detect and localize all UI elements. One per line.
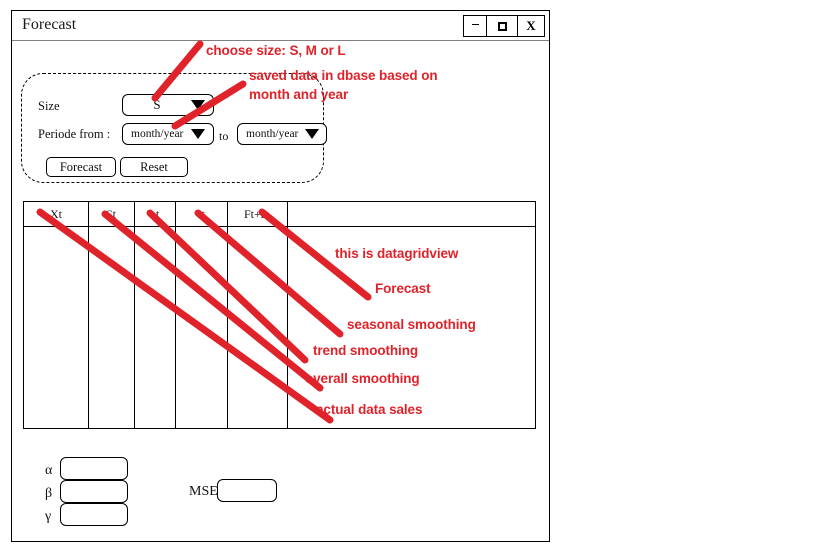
size-dropdown[interactable]: S bbox=[122, 94, 214, 116]
close-button[interactable]: X bbox=[518, 15, 545, 37]
annotation-seasonal: seasonal smoothing bbox=[347, 317, 476, 332]
screenshot-root: Forecast X Size S Periode from : month/y… bbox=[0, 0, 835, 550]
minimize-icon bbox=[471, 24, 479, 25]
grid-column-header-bt[interactable]: bt bbox=[134, 202, 175, 227]
period-to-dropdown[interactable]: month/year bbox=[237, 123, 327, 145]
annotation-trend: trend smoothing bbox=[313, 343, 418, 358]
forecast-button[interactable]: Forecast bbox=[46, 157, 116, 177]
reset-button[interactable]: Reset bbox=[120, 157, 188, 177]
size-dropdown-value: S bbox=[153, 97, 161, 112]
grid-column-separator bbox=[175, 202, 176, 428]
annotation-datagridview: this is datagridview bbox=[335, 246, 459, 261]
period-to-label: to bbox=[219, 129, 229, 143]
annotation-forecast: Forecast bbox=[375, 281, 431, 296]
alpha-input[interactable] bbox=[60, 457, 128, 480]
grid-column-separator bbox=[134, 202, 135, 428]
annotation-actual: actual data sales bbox=[316, 402, 423, 417]
grid-column-header-blank[interactable] bbox=[287, 202, 535, 227]
grid-column-separator bbox=[287, 202, 288, 428]
beta-input[interactable] bbox=[60, 480, 128, 503]
grid-column-header-st[interactable]: St bbox=[88, 202, 134, 227]
data-grid-view[interactable]: Xt St bt It Ft+m bbox=[23, 201, 536, 429]
period-from-value: month/year bbox=[131, 128, 184, 140]
grid-column-separator bbox=[227, 202, 228, 428]
annotation-choose-size: choose size: S, M or L bbox=[206, 43, 346, 58]
annotation-dbase-line1: saved data in dbase based on bbox=[249, 68, 438, 83]
maximize-icon bbox=[497, 21, 507, 31]
grid-column-header-xt[interactable]: Xt bbox=[24, 202, 88, 227]
annotation-overall: overall smoothing bbox=[305, 371, 420, 386]
grid-column-separator bbox=[88, 202, 89, 428]
chevron-down-icon bbox=[191, 129, 205, 139]
mse-input[interactable] bbox=[217, 479, 277, 502]
window-titlebar: Forecast X bbox=[12, 11, 549, 41]
chevron-down-icon bbox=[305, 129, 319, 139]
gamma-label: γ bbox=[45, 509, 52, 524]
gamma-input[interactable] bbox=[60, 503, 128, 526]
size-label: Size bbox=[38, 99, 60, 113]
periode-label: Periode from : bbox=[38, 127, 111, 141]
window-title: Forecast bbox=[22, 16, 77, 33]
maximize-button[interactable] bbox=[487, 15, 518, 37]
grid-column-header-ftm[interactable]: Ft+m bbox=[227, 202, 287, 227]
alpha-label: α bbox=[45, 463, 53, 478]
minimize-button[interactable] bbox=[463, 15, 487, 37]
period-from-dropdown[interactable]: month/year bbox=[122, 123, 214, 145]
beta-label: β bbox=[45, 486, 53, 501]
mse-label: MSE bbox=[189, 484, 218, 499]
grid-column-header-it[interactable]: It bbox=[175, 202, 227, 227]
chevron-down-icon bbox=[191, 100, 205, 110]
annotation-dbase-line2: month and year bbox=[249, 87, 349, 102]
period-to-value: month/year bbox=[246, 128, 299, 140]
